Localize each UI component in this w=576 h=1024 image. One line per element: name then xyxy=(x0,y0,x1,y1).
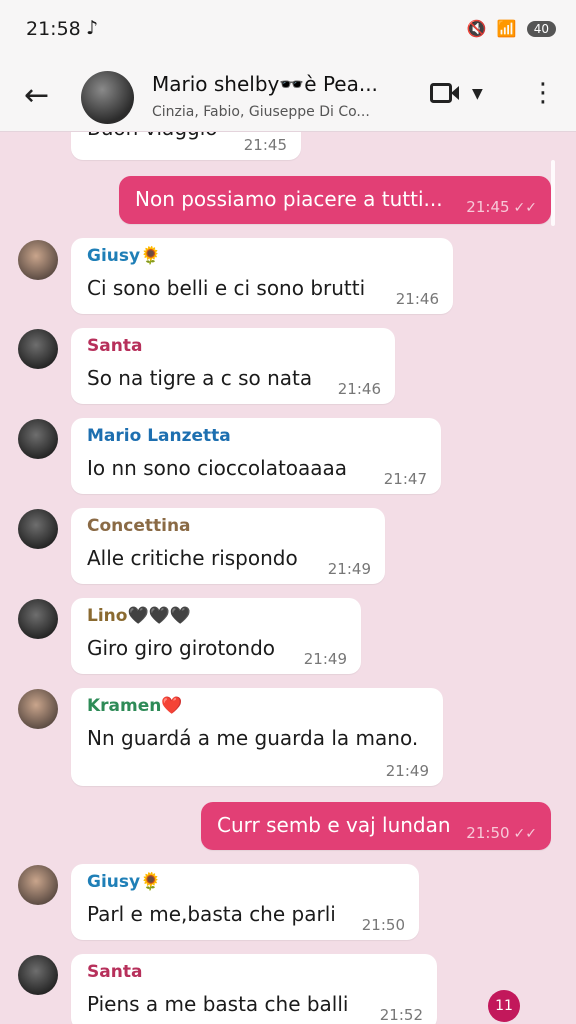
message-time: 21:52 xyxy=(379,1006,423,1024)
message-time: 21:50 xyxy=(361,916,405,934)
status-bar: 21:58 ♪ 🔇 📶 40 xyxy=(0,0,576,62)
sender-name: Giusy🌻 xyxy=(87,872,162,892)
battery-icon: 40 xyxy=(526,20,556,37)
message-text: Piens a me basta che balli xyxy=(87,992,349,1016)
message-bubble[interactable]: Lino🖤🖤🖤 Giro giro girotondo 21:49 xyxy=(71,598,361,674)
avatar[interactable] xyxy=(18,865,58,905)
message-text: Non possiamo piacere a tutti... xyxy=(135,187,443,211)
avatar[interactable] xyxy=(18,329,58,369)
message-time: 21:46 xyxy=(395,290,439,308)
message-text: Io nn sono cioccolatoaaaa xyxy=(87,456,348,480)
sender-name: Kramen❤️ xyxy=(87,696,183,716)
message-bubble[interactable]: Santa So na tigre a c so nata 21:46 xyxy=(71,328,395,404)
avatar[interactable] xyxy=(18,689,58,729)
group-title[interactable]: Mario shelby🕶️è Pea... xyxy=(152,72,378,96)
message-text: So na tigre a c so nata xyxy=(87,366,313,390)
message-text: Curr semb e vaj lundan xyxy=(217,813,451,837)
message-bubble[interactable]: Giusy🌻 Ci sono belli e ci sono brutti 21… xyxy=(71,238,453,314)
chat-header: ← Mario shelby🕶️è Pea... Cinzia, Fabio, … xyxy=(0,62,576,132)
avatar[interactable] xyxy=(18,240,58,280)
status-icons: 🔇 📶 40 xyxy=(467,19,556,38)
double-check-icon: ✓✓ xyxy=(513,826,537,842)
message-bubble[interactable]: Concettina Alle critiche rispondo 21:49 xyxy=(71,508,385,584)
group-members[interactable]: Cinzia, Fabio, Giuseppe Di Co... xyxy=(152,104,370,120)
message-text: Giro giro girotondo xyxy=(87,636,276,660)
message-text: Alle critiche rispondo xyxy=(87,546,298,570)
sender-name: Concettina xyxy=(87,516,191,536)
message-time: 21:45 ✓✓ xyxy=(466,198,537,216)
message-bubble[interactable]: Santa Piens a me basta che balli 21:52 xyxy=(71,954,437,1024)
message-text: Nn guardá a me guarda la mano. xyxy=(87,726,419,750)
message-bubble[interactable]: Buon viaggio 21:45 xyxy=(71,132,301,160)
scrollbar[interactable] xyxy=(551,160,555,226)
sender-name: Lino🖤🖤🖤 xyxy=(87,606,191,626)
sender-name: Mario Lanzetta xyxy=(87,426,231,446)
wifi-icon: 📶 xyxy=(496,19,517,38)
status-time: 21:58 xyxy=(26,18,81,40)
back-arrow-icon[interactable]: ← xyxy=(24,78,49,113)
message-bubble[interactable]: Giusy🌻 Parl e me,basta che parli 21:50 xyxy=(71,864,419,940)
message-time: 21:49 xyxy=(385,762,429,780)
message-text: Ci sono belli e ci sono brutti xyxy=(87,276,366,300)
chevron-down-icon[interactable]: ▼ xyxy=(472,86,483,102)
message-bubble-outgoing[interactable]: Curr semb e vaj lundan 21:50 ✓✓ xyxy=(201,802,551,850)
sender-name: Santa xyxy=(87,962,143,982)
mute-icon: 🔇 xyxy=(466,19,487,38)
message-time: 21:49 xyxy=(303,650,347,668)
message-text: Parl e me,basta che parli xyxy=(87,902,336,926)
avatar[interactable] xyxy=(18,955,58,995)
message-time: 21:47 xyxy=(383,470,427,488)
avatar[interactable] xyxy=(18,509,58,549)
message-list[interactable]: Buon viaggio 21:45 Non possiamo piacere … xyxy=(0,132,576,1024)
message-bubble[interactable]: Kramen❤️ Nn guardá a me guarda la mano. … xyxy=(71,688,443,786)
unread-count-badge[interactable]: 11 xyxy=(488,990,520,1022)
message-time: 21:50 ✓✓ xyxy=(466,824,537,842)
more-vert-icon[interactable]: ⋮ xyxy=(530,78,556,108)
video-call-icon[interactable] xyxy=(430,82,460,104)
avatar[interactable] xyxy=(18,599,58,639)
sender-name: Santa xyxy=(87,336,143,356)
sender-name: Giusy🌻 xyxy=(87,246,162,266)
tiktok-notification-icon: ♪ xyxy=(86,17,99,39)
message-text: Buon viaggio xyxy=(87,132,218,140)
message-time: 21:49 xyxy=(327,560,371,578)
message-bubble-outgoing[interactable]: Non possiamo piacere a tutti... 21:45 ✓✓ xyxy=(119,176,551,224)
group-avatar[interactable] xyxy=(81,71,134,124)
message-time: 21:45 xyxy=(243,136,287,154)
message-bubble[interactable]: Mario Lanzetta Io nn sono cioccolatoaaaa… xyxy=(71,418,441,494)
double-check-icon: ✓✓ xyxy=(513,200,537,216)
avatar[interactable] xyxy=(18,419,58,459)
message-time: 21:46 xyxy=(337,380,381,398)
